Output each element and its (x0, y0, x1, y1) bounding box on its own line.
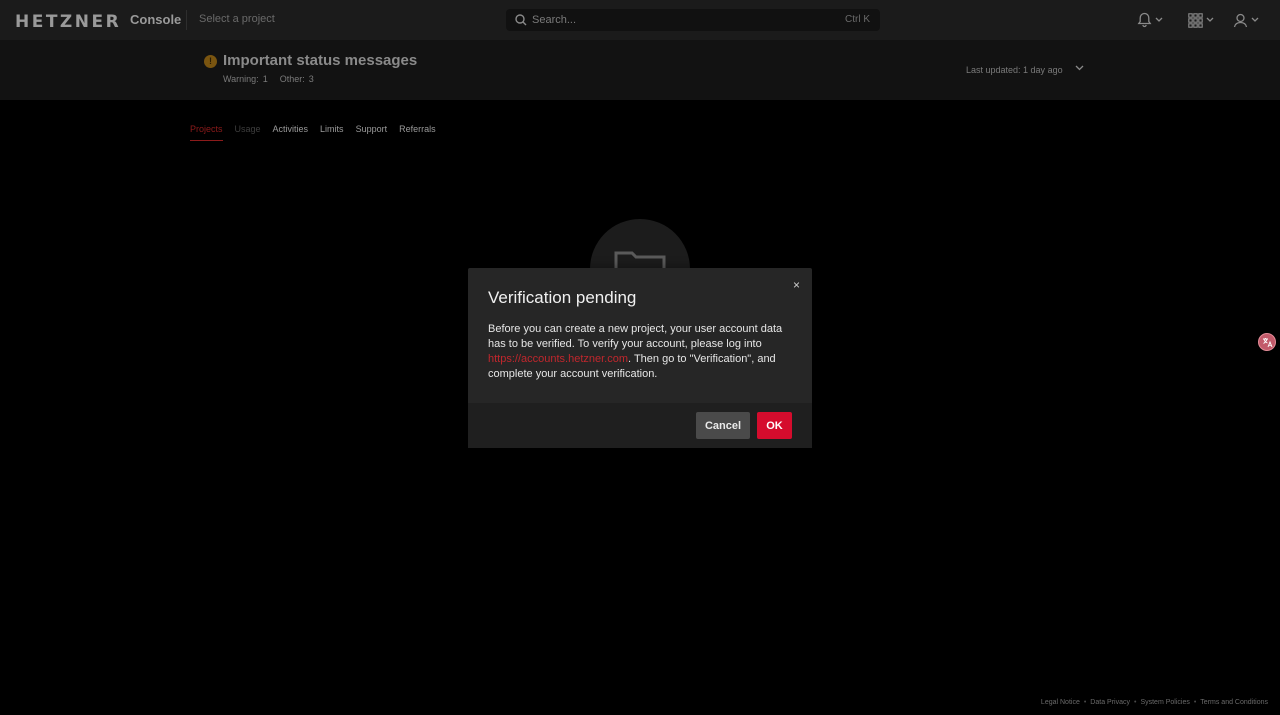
topbar-divider (186, 10, 187, 30)
other-count: Other: 3 (280, 74, 314, 84)
notifications-menu[interactable] (1137, 12, 1163, 28)
user-icon (1233, 13, 1248, 27)
footer-link-legal-notice[interactable]: Legal Notice (1041, 699, 1080, 706)
footer-link-terms[interactable]: Terms and Conditions (1200, 699, 1268, 706)
warning-count: Warning: 1 (223, 74, 268, 84)
search-icon (515, 14, 527, 26)
main-tabs: Projects Usage Activities Limits Support… (190, 124, 436, 141)
translate-icon (1263, 338, 1273, 348)
project-selector[interactable]: Select a project (199, 13, 275, 25)
footer-separator: • (1133, 699, 1137, 706)
warning-label: Warning: (223, 74, 259, 84)
tab-projects[interactable]: Projects (190, 124, 223, 141)
user-menu[interactable] (1233, 12, 1259, 28)
search-input[interactable] (530, 12, 830, 28)
verification-pending-dialog: × Verification pending Before you can cr… (468, 268, 812, 448)
footer-link-data-privacy[interactable]: Data Privacy (1090, 699, 1130, 706)
search-box[interactable]: Ctrl K (506, 9, 880, 31)
other-label: Other: (279, 74, 305, 84)
cancel-button[interactable]: Cancel (696, 412, 750, 439)
tab-activities[interactable]: Activities (273, 124, 309, 141)
status-messages-title[interactable]: Important status messages (223, 52, 417, 69)
dialog-title: Verification pending (488, 288, 637, 307)
other-count-value: 3 (308, 74, 314, 84)
tab-support[interactable]: Support (356, 124, 388, 141)
accessibility-widget[interactable] (1258, 333, 1276, 351)
chevron-down-icon (1206, 17, 1214, 22)
apps-grid-icon (1188, 12, 1203, 28)
tab-usage: Usage (234, 124, 261, 134)
chevron-down-icon[interactable] (1075, 65, 1084, 71)
warning-icon: ! (204, 55, 217, 68)
accounts-link[interactable]: https://accounts.hetzner.com (488, 353, 628, 365)
chevron-down-icon (1251, 17, 1259, 22)
hetzner-logo[interactable]: HETZNER (15, 12, 121, 32)
ok-button[interactable]: OK (757, 412, 792, 439)
close-icon[interactable]: × (793, 278, 800, 292)
search-shortcut-hint: Ctrl K (845, 14, 870, 25)
warning-count-value: 1 (262, 74, 268, 84)
chevron-down-icon (1155, 17, 1163, 22)
status-messages-banner (0, 40, 1280, 100)
footer-separator: • (1193, 699, 1197, 706)
last-updated-text: Last updated: 1 day ago (966, 65, 1063, 75)
tab-limits[interactable]: Limits (320, 124, 344, 141)
status-counts: Warning: 1 Other: 3 (223, 74, 314, 84)
bell-icon (1137, 12, 1152, 28)
footer-link-system-policies[interactable]: System Policies (1140, 699, 1189, 706)
top-navigation-bar: HETZNER Console Select a project Ctrl K (0, 0, 1280, 40)
console-label[interactable]: Console (130, 12, 181, 27)
dialog-message: Before you can create a new project, you… (488, 322, 794, 382)
footer-links: Legal Notice • Data Privacy • System Polic… (1041, 699, 1268, 706)
tab-referrals[interactable]: Referrals (399, 124, 436, 141)
dialog-message-intro: Before you can create a new project, you… (488, 323, 783, 350)
footer-separator: • (1083, 699, 1087, 706)
apps-menu[interactable] (1188, 12, 1214, 28)
dialog-footer: Cancel OK (468, 403, 812, 448)
